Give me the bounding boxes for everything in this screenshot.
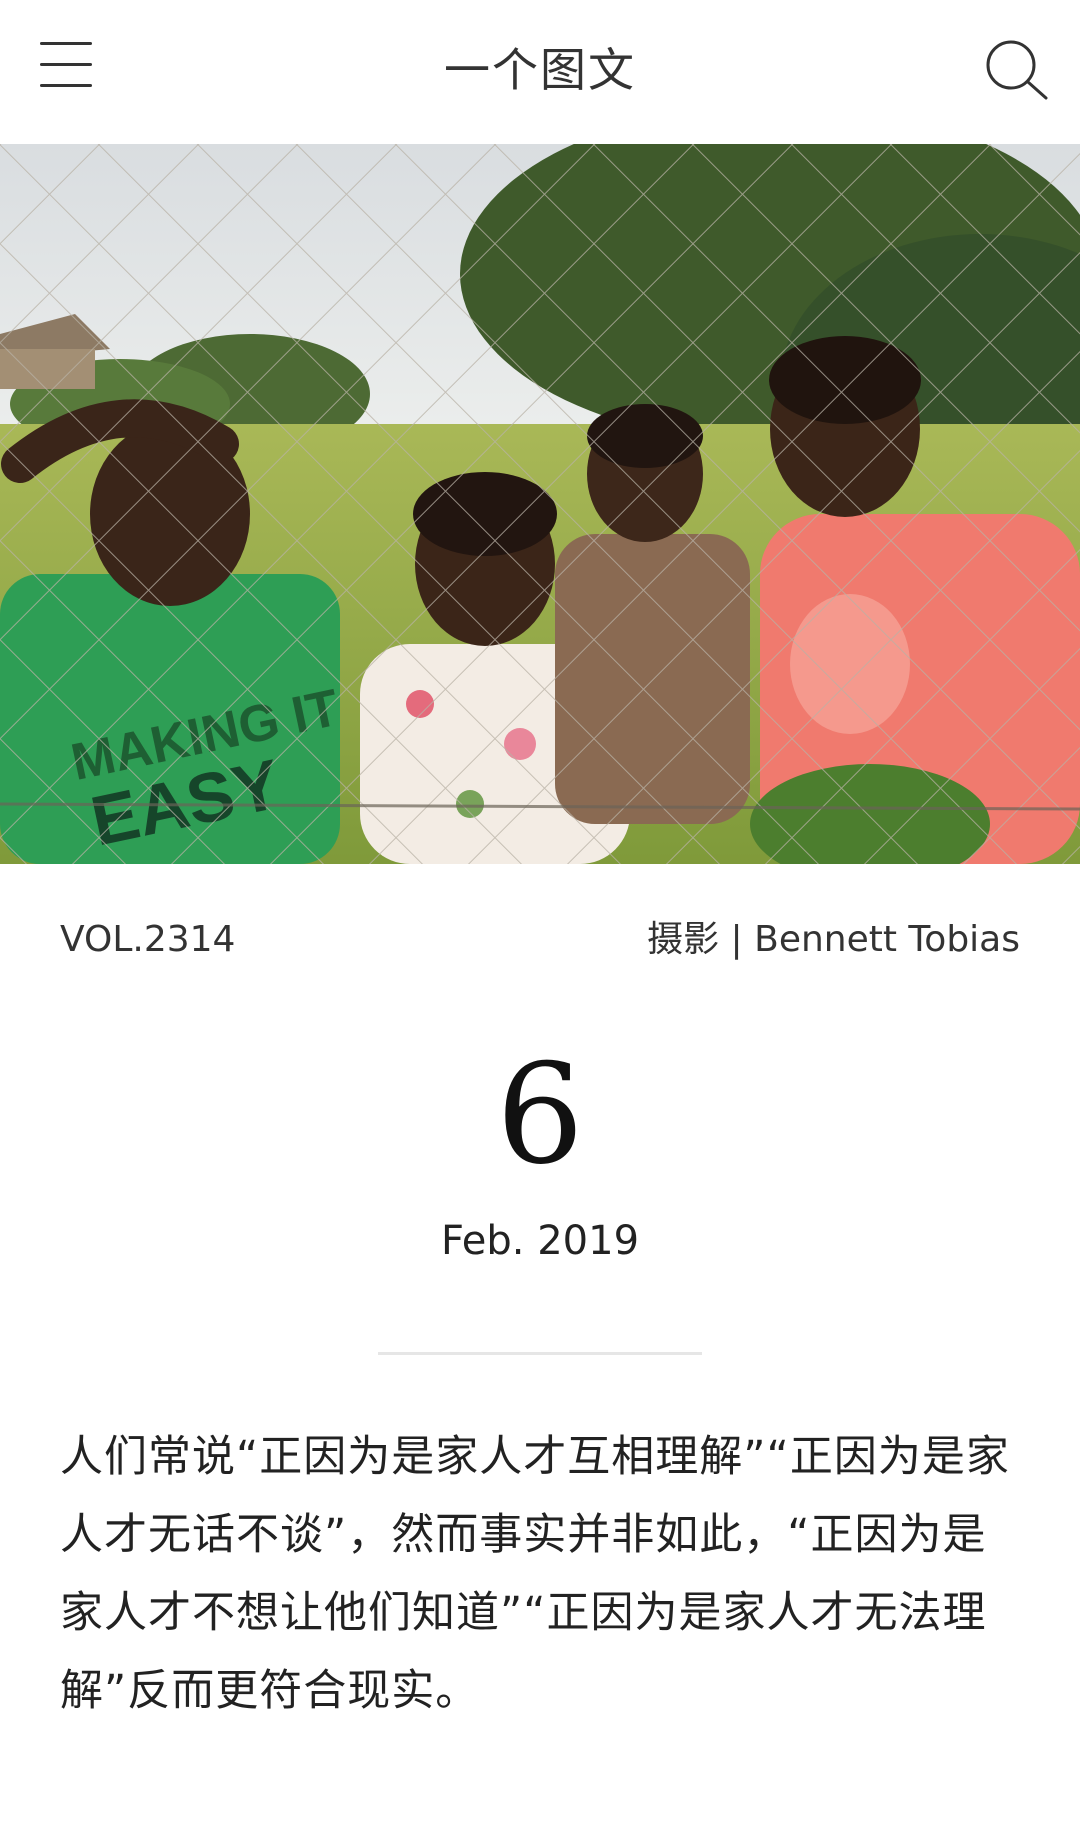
date-month-year: Feb. 2019: [440, 1218, 640, 1264]
app-screen: 一个图文 VOL.2314 摄影 | Bennett Tobias 6 Feb.…: [0, 0, 1080, 1836]
volume-number: VOL.2314: [60, 919, 236, 960]
divider: [378, 1352, 702, 1355]
hero-photo[interactable]: MAKING IT EASY: [0, 144, 1080, 864]
search-icon[interactable]: [982, 36, 1052, 106]
page-title: 一个图文: [444, 43, 636, 97]
quote-text: 人们常说“正因为是家人才互相理解”“正因为是家人才无话不谈”，然而事实并非如此，…: [60, 1432, 1010, 1716]
photo-credit: 摄影 | Bennett Tobias: [647, 919, 1020, 960]
date-day: 6: [496, 1034, 584, 1195]
top-bar: 一个图文: [0, 0, 1080, 144]
